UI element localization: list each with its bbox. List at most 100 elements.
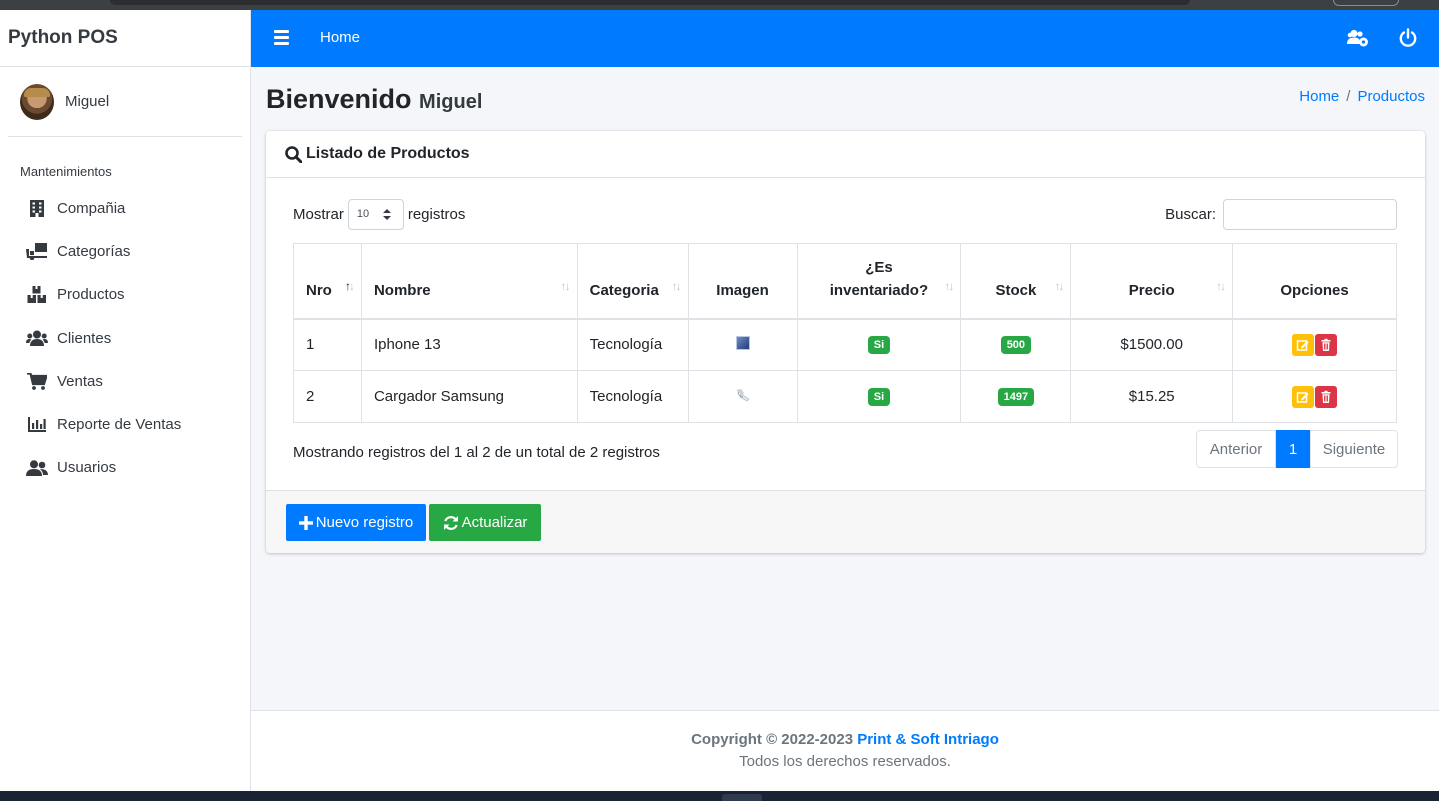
edit-icon (1296, 391, 1309, 403)
card-title: Listado de Productos (306, 145, 470, 162)
column-header-inventariado[interactable]: ¿Es inventariado? ↑↓ (796, 243, 962, 320)
search-label: Buscar: (1165, 205, 1216, 223)
users-icon (26, 329, 48, 347)
sort-icon: ↑↓ (944, 278, 954, 293)
column-header-nombre[interactable]: Nombre ↑↓ (360, 243, 578, 320)
breadcrumb: Home / Productos (1299, 88, 1425, 105)
table-search: Buscar: (1165, 198, 1397, 230)
menu-toggle-icon[interactable] (274, 30, 289, 45)
truck-loading-icon (26, 243, 48, 261)
products-table: Nro ↑↓ Nombre ↑↓ Categoria ↑↓ Imagen ¿Es in… (293, 243, 1397, 423)
stock-badge: 500 (1000, 336, 1032, 355)
column-label: Precio (1128, 281, 1175, 299)
search-icon (285, 145, 302, 163)
table-header-row: Nro ↑↓ Nombre ↑↓ Categoria ↑↓ Imagen ¿Es in… (293, 243, 1397, 320)
user-panel[interactable]: Miguel (8, 67, 242, 137)
sidebar-item-compania[interactable]: Compañia (0, 187, 250, 230)
company-link[interactable]: Print & Soft Intriago (857, 731, 999, 748)
chart-bar-icon (26, 416, 48, 434)
cell-opciones (1232, 318, 1397, 371)
column-label: Nombre (373, 281, 431, 299)
sort-icon: ↑↓ (1216, 278, 1226, 293)
column-label: Imagen (716, 281, 769, 299)
user-friends-icon (26, 459, 48, 477)
table-row: 2 Cargador Samsung Tecnología Si 1497 $1… (293, 370, 1397, 423)
column-header-imagen: Imagen (687, 243, 798, 320)
rights-text: Todos los derechos reservados. (739, 753, 951, 770)
edit-button[interactable] (1292, 385, 1315, 408)
power-icon[interactable] (1398, 28, 1418, 48)
inventariado-badge: Si (867, 336, 891, 355)
sidebar-item-productos[interactable]: Productos (0, 273, 250, 316)
records-label: registros (407, 205, 466, 223)
sidebar: Python POS Miguel Mantenimientos Compañi… (0, 10, 251, 791)
column-header-nro[interactable]: Nro ↑↓ (293, 243, 362, 320)
product-thumbnail[interactable] (735, 388, 751, 402)
browser-chrome (0, 0, 1439, 10)
sidebar-item-label: Usuarios (57, 459, 117, 477)
sidebar-item-clientes[interactable]: Clientes (0, 317, 250, 360)
cell-nombre: Iphone 13 (360, 318, 578, 371)
sidebar-item-ventas[interactable]: Ventas (0, 360, 250, 403)
column-header-stock[interactable]: Stock ↑↓ (960, 243, 1072, 320)
sidebar-item-label: Compañia (57, 200, 126, 218)
pagination-next[interactable]: Siguiente (1310, 430, 1398, 468)
cell-imagen (687, 318, 798, 371)
sidebar-item-label: Clientes (57, 329, 112, 347)
new-record-button[interactable]: Nuevo registro (286, 504, 426, 541)
breadcrumb-home[interactable]: Home (1299, 88, 1339, 105)
cell-opciones (1232, 370, 1397, 423)
copyright-text: Copyright © 2022-2023 (691, 731, 854, 748)
delete-button[interactable] (1315, 333, 1338, 356)
user-name: Miguel (65, 93, 110, 110)
edit-button[interactable] (1292, 333, 1315, 356)
sidebar-item-reporte-ventas[interactable]: Reporte de Ventas (0, 403, 250, 446)
pagination-page-1[interactable]: 1 (1276, 430, 1310, 468)
page-footer: Copyright © 2022-2023 Print & Soft Intri… (251, 710, 1439, 791)
page-title: Bienvenido Miguel (266, 84, 482, 115)
sidebar-item-categorias[interactable]: Categorías (0, 230, 250, 273)
show-label: Mostrar (293, 205, 344, 223)
column-header-opciones: Opciones (1232, 243, 1397, 320)
stock-badge: 1497 (997, 388, 1035, 406)
sidebar-item-label: Ventas (57, 372, 103, 390)
cell-stock: 1497 (960, 370, 1072, 423)
column-label: ¿Es inventariado? (829, 258, 929, 299)
page-length-select[interactable]: 10 (347, 198, 404, 230)
sidebar-item-usuarios[interactable]: Usuarios (0, 446, 250, 489)
delete-button[interactable] (1315, 385, 1338, 408)
column-label: Stock (995, 281, 1037, 299)
sidebar-item-label: Reporte de Ventas (57, 416, 182, 434)
sort-icon: ↑↓ (671, 278, 682, 293)
brand-logo[interactable]: Python POS (0, 10, 250, 67)
copyright: Copyright © 2022-2023 Print & Soft Intri… (251, 731, 1439, 748)
column-header-precio[interactable]: Precio ↑↓ (1070, 243, 1234, 320)
cell-inventariado: Si (796, 318, 962, 371)
table-info: Mostrando registros del 1 al 2 de un tot… (293, 444, 660, 461)
sidebar-item-label: Categorías (57, 243, 131, 261)
pagination-previous[interactable]: Anterior (1196, 430, 1276, 468)
building-icon (26, 200, 48, 218)
search-input[interactable] (1223, 198, 1397, 230)
new-record-label: Nuevo registro (315, 514, 414, 531)
page-length: Mostrar 10 registros (293, 198, 465, 230)
taskbar-item[interactable] (722, 794, 762, 801)
topbar: Home (251, 10, 1439, 67)
cell-imagen (687, 370, 798, 423)
topbar-home-link[interactable]: Home (320, 29, 360, 46)
avatar (20, 83, 54, 120)
address-bar[interactable] (110, 0, 1190, 5)
card-header: Listado de Productos (266, 131, 1425, 178)
cell-nro: 1 (293, 318, 362, 371)
cart-icon (26, 372, 48, 390)
page-title-text: Bienvenido (266, 84, 412, 114)
product-thumbnail[interactable] (735, 335, 750, 350)
browser-profile-button[interactable] (1333, 0, 1399, 6)
breadcrumb-separator: / (1346, 88, 1351, 105)
table-row: 1 Iphone 13 Tecnología Si 500 $1500.00 (293, 318, 1397, 371)
boxes-icon (26, 286, 48, 304)
users-cog-icon[interactable] (1347, 29, 1369, 47)
refresh-label: Actualizar (461, 514, 528, 531)
column-header-categoria[interactable]: Categoria ↑↓ (576, 243, 689, 320)
refresh-button[interactable]: Actualizar (429, 504, 541, 541)
